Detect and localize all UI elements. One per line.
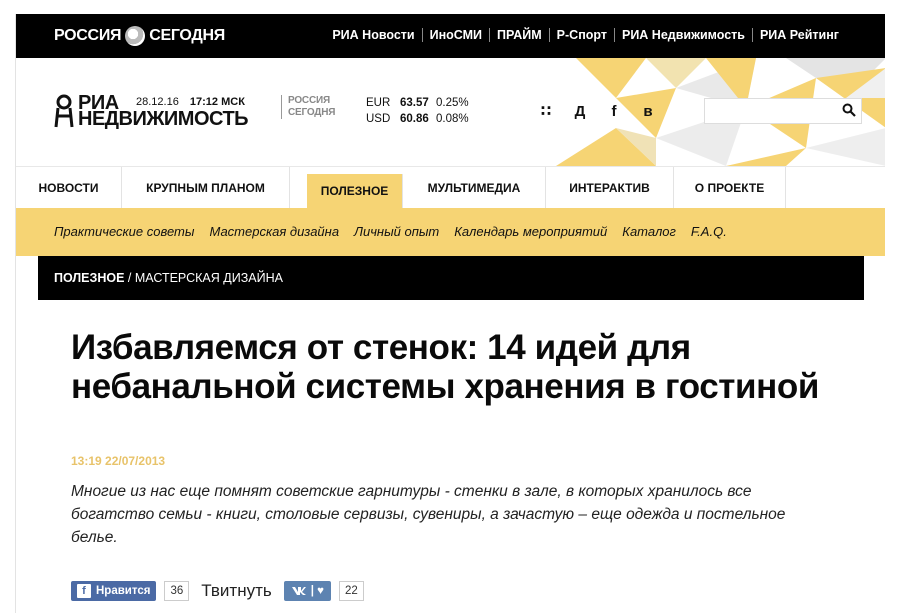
article-lead: Многие из нас еще помнят советские гарни… [71, 483, 786, 546]
facebook-like-label: Нравится [96, 585, 151, 597]
search-icon[interactable] [842, 103, 856, 117]
ria-mark-icon [54, 94, 74, 128]
badge-line1: РОССИЯ [288, 95, 330, 106]
article-datetime: 13:19 22/07/2013 [71, 454, 166, 468]
page: РОССИЯ СЕГОДНЯ РИА Новости ИноСМИ ПРАЙМ … [15, 14, 885, 613]
article-title: Избавляемся от стенок: 14 идей для небан… [71, 328, 819, 406]
facebook-like-count: 36 [164, 581, 190, 601]
subnav-item-design-workshop[interactable]: Мастерская дизайна [209, 224, 339, 239]
nav-item-news[interactable]: НОВОСТИ [16, 167, 122, 209]
nav-item-about[interactable]: О ПРОЕКТЕ [674, 167, 786, 209]
subnav-item-practical-tips[interactable]: Практические советы [54, 224, 194, 239]
vk-like-label: | ♥ [310, 585, 324, 597]
vk-icon[interactable]: в [640, 103, 656, 120]
search-box [704, 98, 862, 124]
tweet-button[interactable]: Твитнуть [201, 581, 271, 601]
social-links: ∷ Д f в [538, 102, 656, 121]
badge-line2: СЕГОДНЯ [288, 107, 336, 118]
sub-nav: Практические советы Мастерская дизайна Л… [16, 208, 885, 256]
breadcrumb: ПОЛЕЗНОЕ / МАСТЕРСКАЯ ДИЗАЙНА [38, 256, 864, 300]
brand-left: РОССИЯ [54, 27, 122, 44]
current-date: 28.12.16 [136, 96, 179, 108]
facebook-icon: f [77, 584, 91, 598]
rate-change: 0.08% [436, 113, 469, 125]
nav-item-close-up[interactable]: КРУПНЫМ ПЛАНОМ [122, 167, 290, 209]
main-nav: НОВОСТИ КРУПНЫМ ПЛАНОМ ПОЛЕЗНОЕ МУЛЬТИМЕ… [16, 166, 885, 209]
top-link-ria-realty[interactable]: РИА Недвижимость [613, 28, 752, 42]
breadcrumb-separator: / [124, 271, 135, 285]
rate-change: 0.25% [436, 97, 469, 109]
currency-rates: EUR 63.57 0.25% USD 60.86 0.08% [366, 95, 469, 127]
rossiya-segodnya-logo[interactable]: РОССИЯ СЕГОДНЯ [54, 26, 225, 46]
odnoklassniki-icon[interactable]: Д [572, 103, 588, 120]
rossiya-segodnya-badge[interactable]: РОССИЯ СЕГОДНЯ [281, 95, 335, 119]
top-bar: РОССИЯ СЕГОДНЯ РИА Новости ИноСМИ ПРАЙМ … [16, 14, 885, 58]
search-input[interactable] [705, 99, 835, 123]
nav-item-multimedia[interactable]: МУЛЬТИМЕДИА [403, 167, 546, 209]
vk-icon [291, 587, 306, 595]
sub-nav-links: Практические советы Мастерская дизайна Л… [54, 224, 727, 239]
vk-like-button[interactable]: | ♥ [283, 581, 331, 601]
rate-value: 60.86 [400, 113, 429, 125]
breadcrumb-section[interactable]: ПОЛЕЗНОЕ [54, 271, 124, 285]
rate-currency: USD [366, 113, 391, 125]
rss-icon[interactable]: ∷ [538, 102, 554, 120]
top-link-prime[interactable]: ПРАЙМ [489, 28, 549, 42]
current-time: 17:12 МСК [189, 96, 245, 108]
logo-line2: НЕДВИЖИМОСТЬ [78, 108, 249, 130]
subnav-item-events-calendar[interactable]: Календарь мероприятий [454, 224, 607, 239]
rate-row-eur: EUR 63.57 0.25% [366, 95, 469, 111]
brand-right: СЕГОДНЯ [149, 27, 225, 44]
facebook-like-button[interactable]: f Нравится [71, 581, 157, 601]
article: Избавляемся от стенок: 14 идей для небан… [38, 300, 864, 613]
top-network-nav: РИА Новости ИноСМИ ПРАЙМ Р-Спорт РИА Нед… [325, 28, 846, 42]
facebook-icon[interactable]: f [606, 103, 622, 120]
top-link-inosmi[interactable]: ИноСМИ [421, 28, 489, 42]
subnav-item-faq[interactable]: F.A.Q. [691, 224, 727, 239]
share-bar: f Нравится 36 Твитнуть | ♥ 22 [71, 581, 364, 601]
nav-item-useful[interactable]: ПОЛЕЗНОЕ [307, 174, 403, 208]
rate-row-usd: USD 60.86 0.08% [366, 111, 469, 127]
top-link-r-sport[interactable]: Р-Спорт [548, 28, 614, 42]
breadcrumb-subsection[interactable]: МАСТЕРСКАЯ ДИЗАЙНА [135, 271, 283, 285]
dateline: 28.12.16 17:12 МСК [136, 96, 245, 108]
site-header: РИА НЕДВИЖИМОСТЬ 28.12.16 17:12 МСК РОСС… [16, 58, 885, 166]
top-link-ria-rating[interactable]: РИА Рейтинг [751, 28, 846, 42]
top-link-ria-novosti[interactable]: РИА Новости [325, 28, 421, 42]
subnav-item-personal-experience[interactable]: Личный опыт [354, 224, 439, 239]
vk-like-count: 22 [338, 581, 364, 601]
globe-icon [125, 26, 146, 46]
nav-item-interactive[interactable]: ИНТЕРАКТИВ [546, 167, 674, 209]
rate-value: 63.57 [400, 97, 429, 109]
rate-currency: EUR [366, 97, 391, 109]
subnav-item-catalog[interactable]: Каталог [622, 224, 676, 239]
